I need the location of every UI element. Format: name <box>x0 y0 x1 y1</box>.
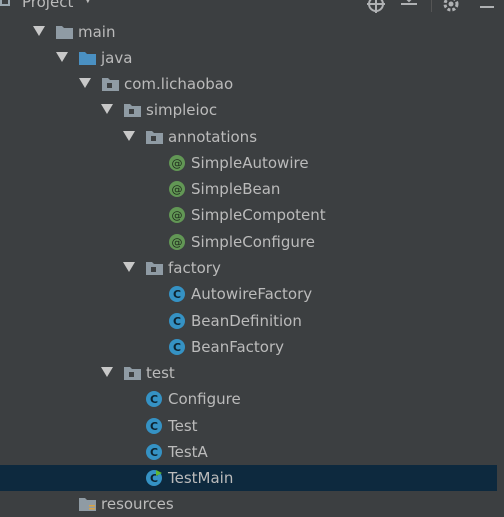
tree-node-resources[interactable]: resources <box>0 491 504 517</box>
tree-node-label: TestA <box>168 443 208 461</box>
project-tool-window-header: Project ▼ <box>0 0 504 14</box>
project-view-title[interactable]: Project <box>22 0 73 11</box>
expand-arrow-icon[interactable] <box>33 26 45 36</box>
tree-node-label: AutowireFactory <box>191 285 313 303</box>
class-badge: C <box>173 341 181 354</box>
expand-arrow-icon[interactable] <box>123 131 135 141</box>
tree-node-simplecompotent[interactable]: @ SimpleCompotent <box>0 202 504 228</box>
runnable-class-icon: C <box>146 470 162 486</box>
expand-arrow-icon[interactable] <box>56 52 68 62</box>
class-icon: C <box>146 391 162 407</box>
chevron-down-icon[interactable]: ▼ <box>84 0 92 5</box>
tree-node-label: TestMain <box>168 469 234 487</box>
tree-node-beanfactory[interactable]: C BeanFactory <box>0 334 504 360</box>
tree-node-label: SimpleConfigure <box>191 233 315 251</box>
crosshair-icon[interactable] <box>367 0 385 13</box>
class-badge: C <box>173 288 181 301</box>
tree-node-main[interactable]: main <box>0 19 504 45</box>
tree-node-java[interactable]: java <box>0 45 504 71</box>
tree-node-test-class[interactable]: C Test <box>0 413 504 439</box>
annotation-icon: @ <box>169 207 185 223</box>
tree-node-beandefinition[interactable]: C BeanDefinition <box>0 308 504 334</box>
class-icon: C <box>146 418 162 434</box>
class-icon: C <box>169 339 185 355</box>
source-folder-icon <box>79 51 96 65</box>
tree-node-label: factory <box>168 259 221 277</box>
tree-node-testa[interactable]: C TestA <box>0 439 504 465</box>
tree-node-factory[interactable]: factory <box>0 255 504 281</box>
toolbar-separator <box>431 0 432 12</box>
resources-folder-icon <box>79 497 96 511</box>
class-badge: C <box>150 446 158 459</box>
tree-node-label: java <box>101 49 133 67</box>
annotation-badge: @ <box>172 157 183 170</box>
tree-node-label: BeanDefinition <box>191 312 302 330</box>
tree-node-label: SimpleBean <box>191 180 281 198</box>
tree-node-label: annotations <box>168 128 258 146</box>
tree-node-label: BeanFactory <box>191 338 285 356</box>
tree-node-label: SimpleAutowire <box>191 154 309 172</box>
hide-icon[interactable] <box>478 0 496 13</box>
gear-icon[interactable] <box>442 0 460 13</box>
class-icon: C <box>169 286 185 302</box>
tree-node-com-lichaobao[interactable]: com.lichaobao <box>0 71 504 97</box>
class-badge: C <box>150 393 158 406</box>
class-icon: C <box>169 313 185 329</box>
annotation-badge: @ <box>172 209 183 222</box>
tree-node-label: resources <box>101 495 174 513</box>
annotation-icon: @ <box>169 181 185 197</box>
tree-node-label: SimpleCompotent <box>191 206 326 224</box>
tree-node-autowirefactory[interactable]: C AutowireFactory <box>0 281 504 307</box>
expand-arrow-icon[interactable] <box>79 78 91 88</box>
class-badge: C <box>173 315 181 328</box>
project-icon <box>0 0 10 6</box>
tree-node-simplebean[interactable]: @ SimpleBean <box>0 176 504 202</box>
package-icon <box>124 366 141 380</box>
tree-node-simpleioc[interactable]: simpleioc <box>0 97 504 123</box>
collapse-all-icon[interactable] <box>400 0 418 13</box>
vertical-scrollbar[interactable] <box>497 0 504 517</box>
package-icon <box>102 77 119 91</box>
package-icon <box>146 261 163 275</box>
annotation-badge: @ <box>172 236 183 249</box>
expand-arrow-icon[interactable] <box>123 262 135 272</box>
package-icon <box>124 103 141 117</box>
tree-node-label: main <box>78 23 116 41</box>
tree-node-label: test <box>146 364 175 382</box>
annotation-badge: @ <box>172 183 183 196</box>
tree-node-label: Configure <box>168 390 241 408</box>
class-icon: C <box>146 444 162 460</box>
tree-node-test[interactable]: test <box>0 360 504 386</box>
tree-node-label: Test <box>168 417 198 435</box>
folder-icon <box>56 25 73 39</box>
tree-node-annotations[interactable]: annotations <box>0 124 504 150</box>
annotation-icon: @ <box>169 234 185 250</box>
tree-node-label: com.lichaobao <box>124 75 234 93</box>
expand-arrow-icon[interactable] <box>101 104 113 114</box>
annotation-icon: @ <box>169 155 185 171</box>
tree-node-simpleautowire[interactable]: @ SimpleAutowire <box>0 150 504 176</box>
tree-node-configure[interactable]: C Configure <box>0 386 504 412</box>
expand-arrow-icon[interactable] <box>101 367 113 377</box>
tree-node-label: simpleioc <box>146 101 218 119</box>
class-badge: C <box>150 420 158 433</box>
tree-node-testmain[interactable]: C TestMain <box>0 465 504 491</box>
package-icon <box>146 130 163 144</box>
tree-node-simpleconfigure[interactable]: @ SimpleConfigure <box>0 229 504 255</box>
